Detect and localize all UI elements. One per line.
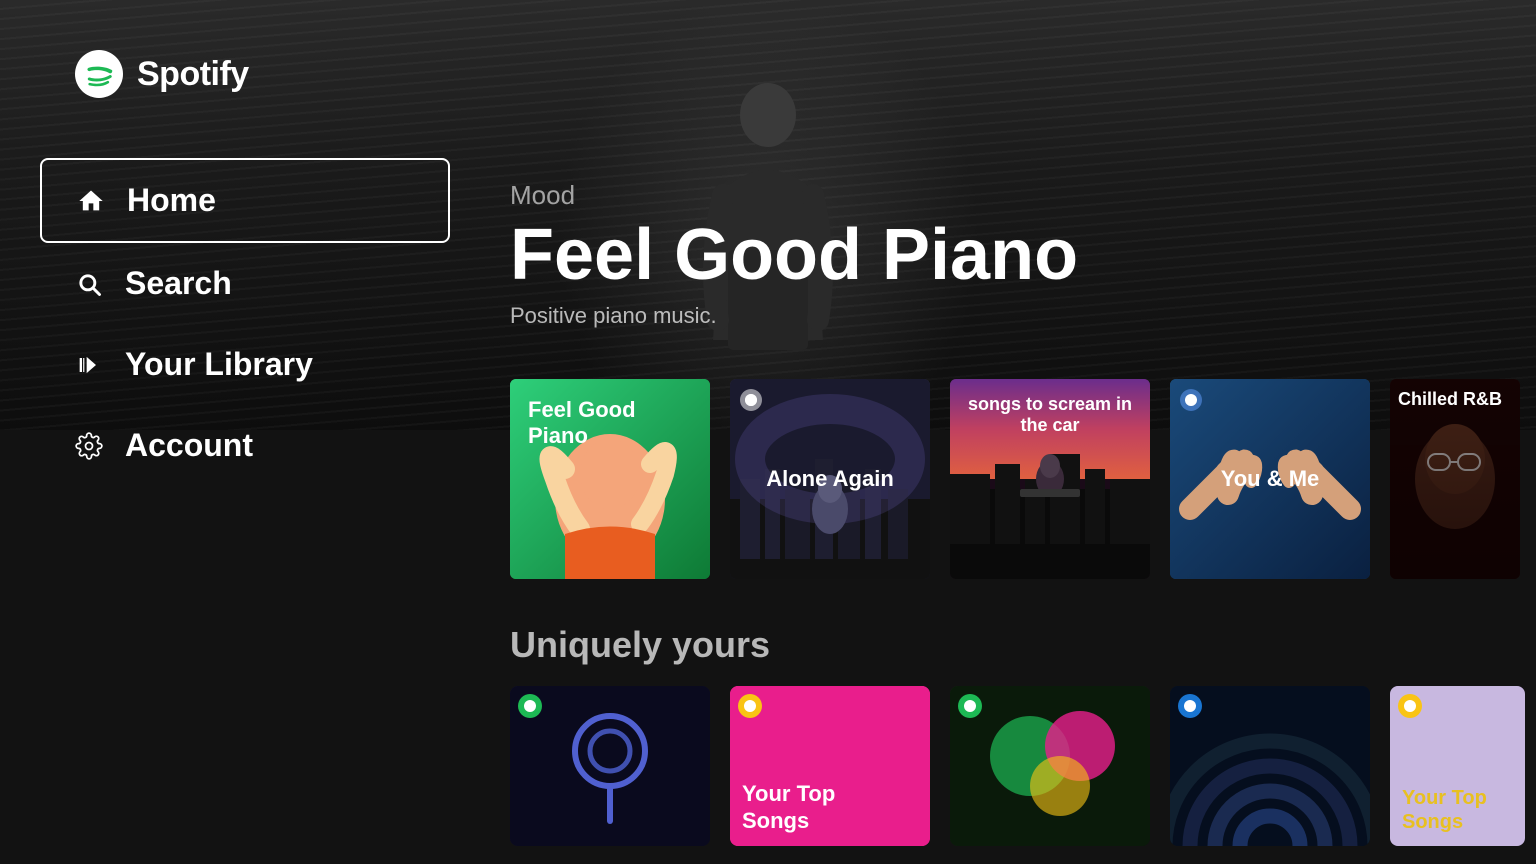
playlist-card-you-and-me[interactable]: You & Me: [1170, 379, 1370, 579]
playlists-row: Feel GoodPiano: [510, 379, 1536, 579]
featured-playlist-title: Feel Good Piano: [510, 219, 1536, 291]
hero-text-area: Mood Feel Good Piano Positive piano musi…: [490, 0, 1536, 359]
spotify-logo[interactable]: Spotify: [75, 50, 249, 98]
ucard-1-art: [510, 686, 710, 846]
sidebar-item-account[interactable]: Account: [0, 405, 490, 486]
search-icon: [75, 270, 103, 298]
spotify-name: Spotify: [137, 55, 249, 94]
spotify-logo-icon: [75, 50, 123, 98]
library-icon: [75, 351, 103, 379]
uniquely-card-1[interactable]: [510, 686, 710, 846]
home-icon: [77, 187, 105, 215]
chilled-rnb-text: Chilled R&B: [1398, 389, 1512, 410]
playlist-card-chilled-rnb[interactable]: Chilled R&B: [1390, 379, 1520, 579]
playlist-card-songs-to-scream[interactable]: songs to scream in the car: [950, 379, 1150, 579]
library-label: Your Library: [125, 346, 313, 383]
you-and-me-text: You & Me: [1170, 379, 1370, 579]
uniquely-yours-title: Uniquely yours: [510, 624, 1536, 666]
feel-good-piano-content: Feel GoodPiano: [510, 379, 710, 579]
uniquely-card-4[interactable]: [1170, 686, 1370, 846]
uniquely-card-your-top-songs-2[interactable]: Your TopSongs: [1390, 686, 1525, 846]
feel-good-piano-text: Feel GoodPiano: [528, 397, 636, 450]
home-label: Home: [127, 182, 216, 219]
sidebar: Spotify Home Search: [0, 0, 490, 864]
sidebar-item-library[interactable]: Your Library: [0, 324, 490, 405]
ucard-2-text: Your TopSongs: [742, 781, 835, 834]
alone-again-text: Alone Again: [730, 379, 930, 579]
featured-playlist-desc: Positive piano music.: [510, 303, 1536, 329]
main-content: Mood Feel Good Piano Positive piano musi…: [490, 0, 1536, 864]
logo-area: Spotify: [0, 50, 490, 158]
uniquely-yours-row: Your TopSongs: [510, 686, 1536, 846]
playlist-card-alone-again[interactable]: Alone Again: [730, 379, 930, 579]
search-label: Search: [125, 265, 232, 302]
nav-items: Home Search Your Library: [0, 158, 490, 486]
uniquely-card-your-top-songs-1[interactable]: Your TopSongs: [730, 686, 930, 846]
mood-label: Mood: [510, 180, 1536, 211]
playlist-card-feel-good-piano[interactable]: Feel GoodPiano: [510, 379, 710, 579]
playlists-section: Feel GoodPiano: [490, 359, 1536, 579]
sidebar-item-home[interactable]: Home: [40, 158, 450, 243]
ucard-4-art: [1170, 686, 1370, 846]
uniquely-yours-section: Uniquely yours: [490, 579, 1536, 846]
account-label: Account: [125, 427, 253, 464]
ucard-5-text: Your TopSongs: [1402, 786, 1487, 834]
songs-to-scream-text: songs to scream in the car: [950, 379, 1150, 579]
uniquely-card-3[interactable]: [950, 686, 1150, 846]
gear-icon: [75, 432, 103, 460]
ucard-3-art: [950, 686, 1150, 846]
sidebar-item-search[interactable]: Search: [0, 243, 490, 324]
